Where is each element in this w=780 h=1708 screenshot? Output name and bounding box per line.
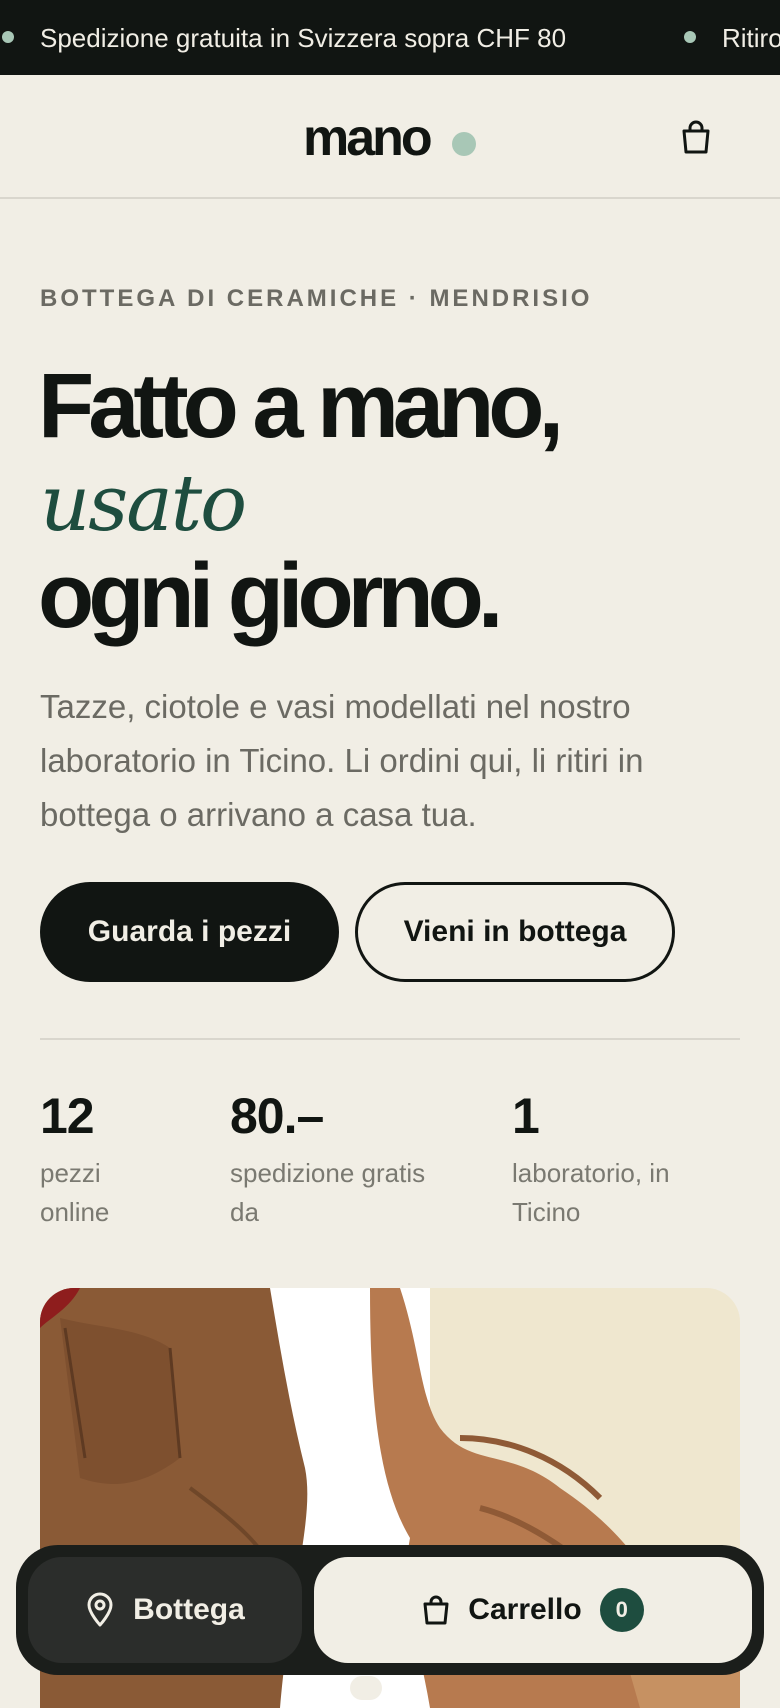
bag-icon xyxy=(682,120,710,154)
logo[interactable]: mano xyxy=(303,108,433,168)
stat-label-line: Ticino xyxy=(512,1197,581,1227)
page-indicator xyxy=(350,1676,382,1700)
bullet-dot xyxy=(2,31,14,43)
stat-label: pezzi online xyxy=(40,1154,109,1232)
hero-kicker: BOTTEGA DI CERAMICHE · MENDRISIO xyxy=(40,285,593,312)
cart-button[interactable] xyxy=(676,115,716,159)
bottega-label: Bottega xyxy=(133,1593,245,1626)
stat-label-line: spedizione gratis xyxy=(230,1158,426,1188)
stat-value: 1 xyxy=(512,1088,540,1144)
map-pin-icon xyxy=(87,1592,113,1627)
hero-title-line2: usato xyxy=(40,459,247,549)
bullet-dot xyxy=(684,31,696,43)
bottom-nav-bar: Bottega Carrello 0 xyxy=(16,1545,764,1675)
bottega-button[interactable]: Bottega xyxy=(28,1557,302,1663)
hero-title-line1: Fatto a mano, xyxy=(38,355,564,457)
stat-label-line: online xyxy=(40,1197,110,1227)
bag-icon xyxy=(423,1595,449,1625)
divider xyxy=(40,1038,740,1040)
stat-label-line: laboratorio, in xyxy=(512,1158,670,1188)
cart-count-badge: 0 xyxy=(599,1588,644,1632)
stat-label-line: pezzi xyxy=(40,1158,101,1188)
stat-value: 80.– xyxy=(230,1088,324,1144)
cart-bottom-button[interactable]: Carrello 0 xyxy=(314,1557,752,1663)
site-header: mano xyxy=(0,75,780,199)
announcement-text: Ritiro xyxy=(722,23,780,53)
cart-label: Carrello xyxy=(468,1593,582,1626)
logo-dot xyxy=(452,132,476,156)
hero-title-line3: ogni giorno. xyxy=(38,545,503,647)
visit-shop-button[interactable]: Vieni in bottega xyxy=(355,882,675,982)
browse-pieces-button[interactable]: Guarda i pezzi xyxy=(40,882,339,982)
stat-label-line: da xyxy=(230,1197,259,1227)
hero-lead: Tazze, ciotole e vasi modellati nel nost… xyxy=(40,688,644,833)
announcement-text: Spedizione gratuita in Svizzera sopra CH… xyxy=(40,23,567,53)
stat-label: spedizione gratis da xyxy=(230,1154,425,1232)
stat-label: laboratorio, in Ticino xyxy=(512,1154,670,1232)
stat-value: 12 xyxy=(40,1088,95,1144)
announcement-bar: Spedizione gratuita in Svizzera sopra CH… xyxy=(0,0,780,75)
